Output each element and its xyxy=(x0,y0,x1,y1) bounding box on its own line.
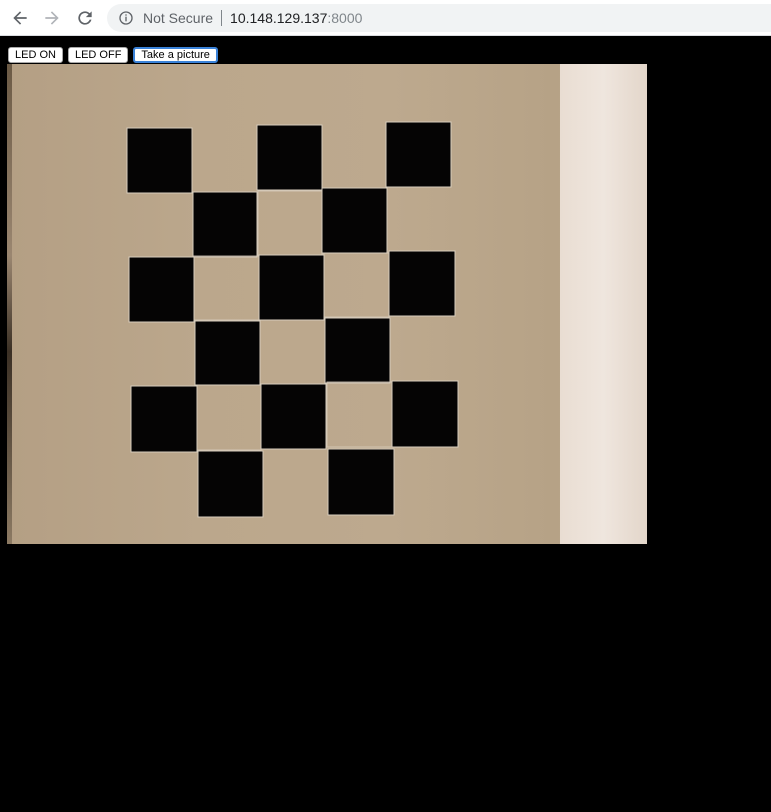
checker-square xyxy=(130,385,198,453)
browser-toolbar: Not Secure 10.148.129.137:8000 xyxy=(0,0,771,36)
reload-icon xyxy=(78,11,92,25)
checker-square xyxy=(388,250,456,317)
camera-controls: LED ON LED OFF Take a picture xyxy=(8,47,218,64)
checker-light-square xyxy=(196,384,262,451)
led-off-button[interactable]: LED OFF xyxy=(67,47,129,63)
checker-light-square xyxy=(259,319,326,385)
checker-square xyxy=(126,127,193,194)
address-bar[interactable]: Not Secure 10.148.129.137:8000 xyxy=(107,4,771,32)
url-port: :8000 xyxy=(327,10,363,26)
url-host: 10.148.129.137 xyxy=(230,10,328,26)
reload-button[interactable] xyxy=(73,6,97,30)
checker-light-square xyxy=(323,252,390,318)
checker-light-square xyxy=(257,190,323,256)
checker-square xyxy=(327,448,395,516)
checker-light-square xyxy=(326,381,393,448)
checker-square xyxy=(391,380,459,448)
checker-square xyxy=(192,191,258,258)
led-on-button[interactable]: LED ON xyxy=(8,47,63,63)
info-icon[interactable] xyxy=(117,9,135,27)
checker-square xyxy=(256,124,323,191)
omnibox-divider xyxy=(221,10,223,26)
checker-light-square xyxy=(193,255,260,321)
take-picture-button[interactable]: Take a picture xyxy=(133,47,218,63)
checker-square xyxy=(194,320,261,386)
checker-square xyxy=(321,187,388,254)
checker-square xyxy=(260,383,327,450)
arrow-left-icon xyxy=(13,11,27,25)
checker-square xyxy=(258,254,325,321)
checker-square xyxy=(385,121,452,188)
checkerboard-pattern xyxy=(126,121,459,518)
camera-feed xyxy=(7,64,647,544)
checker-square xyxy=(324,317,391,384)
forward-button[interactable] xyxy=(40,6,64,30)
checker-square xyxy=(197,450,264,518)
checker-square xyxy=(128,256,195,323)
back-button[interactable] xyxy=(8,6,32,30)
arrow-right-icon xyxy=(45,11,59,25)
security-status: Not Secure xyxy=(143,10,214,26)
